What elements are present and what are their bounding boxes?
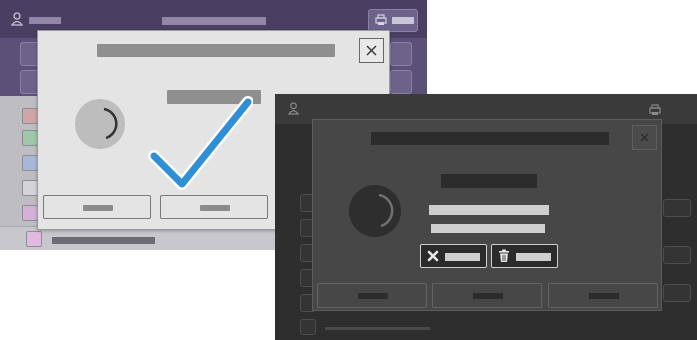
cancel-x-icon: [427, 250, 439, 262]
dialog-title-placeholder: [371, 132, 609, 145]
list-item-icon-3[interactable]: [22, 155, 38, 171]
list-item-icon-2[interactable]: [22, 130, 38, 146]
dialog-title-placeholder: [97, 44, 335, 57]
title-placeholder: [162, 17, 266, 25]
toolbar-button-4[interactable]: [390, 70, 412, 94]
user-icon[interactable]: [288, 102, 299, 115]
side-item-right-1[interactable]: [663, 199, 691, 217]
delete-trash-icon: [499, 249, 509, 262]
bottom-item-label-placeholder: [325, 327, 430, 330]
side-item-right-3[interactable]: [663, 284, 691, 302]
cancel-button[interactable]: [420, 244, 487, 268]
progress-spinner: [348, 184, 402, 238]
button-label-placeholder: [589, 293, 619, 299]
dialog-button-middle[interactable]: [432, 283, 542, 308]
button-label-placeholder: [516, 253, 551, 261]
dialog-button-left[interactable]: [43, 195, 151, 219]
bottom-item-label-placeholder: [52, 237, 155, 244]
user-label-placeholder: [29, 17, 61, 24]
button-label-placeholder: [445, 253, 480, 261]
status-line-2-placeholder: [431, 224, 545, 233]
delete-button[interactable]: [491, 244, 558, 268]
progress-dialog: [312, 119, 662, 311]
toolbar-button-3[interactable]: [390, 42, 412, 66]
printer-icon[interactable]: [649, 104, 661, 116]
progress-spinner: [74, 98, 126, 150]
bottom-item-icon[interactable]: [300, 319, 316, 335]
dialog-button-left[interactable]: [317, 283, 427, 308]
dialog-button-right[interactable]: [160, 195, 268, 219]
close-icon: [640, 133, 649, 142]
list-item-icon-4[interactable]: [22, 180, 38, 196]
button-label-placeholder: [358, 293, 388, 299]
close-button[interactable]: [359, 38, 384, 63]
user-icon[interactable]: [11, 12, 23, 26]
close-button[interactable]: [632, 125, 657, 150]
button-label-placeholder: [200, 205, 230, 211]
close-icon: [366, 45, 377, 56]
dialog-button-right[interactable]: [548, 283, 658, 308]
list-item-icon-5[interactable]: [22, 205, 38, 221]
status-line-1-placeholder: [429, 205, 549, 215]
printer-icon: [375, 14, 387, 26]
list-item-icon-1[interactable]: [22, 108, 38, 124]
button-label-placeholder: [83, 205, 113, 211]
button-label-placeholder: [473, 293, 503, 299]
bottom-item-icon[interactable]: [26, 231, 42, 247]
print-label-placeholder: [392, 17, 414, 24]
front-screen: [275, 94, 697, 340]
side-item-right-2[interactable]: [663, 246, 691, 264]
status-heading-placeholder: [441, 174, 537, 188]
checkmark-icon: [148, 96, 253, 192]
